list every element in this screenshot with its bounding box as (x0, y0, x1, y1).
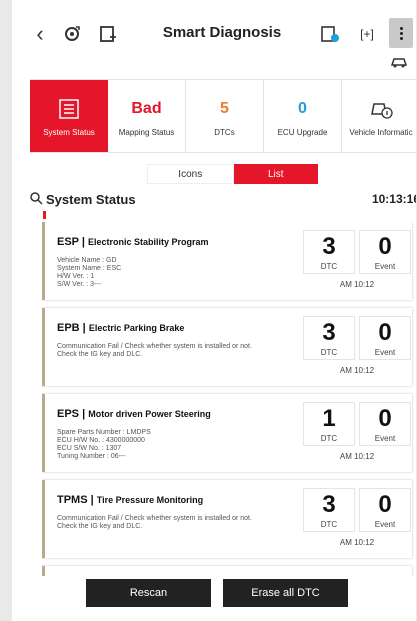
system-details: Communication Fail / Check whether syste… (57, 515, 252, 530)
top-bar: ‹ Smart Diagnosis [+] (12, 0, 416, 72)
tab-label: ECU Upgrade (277, 127, 328, 137)
tab-label: System Status (43, 127, 95, 137)
timestamp: AM 10:12 (339, 452, 375, 461)
tab-label: Mapping Status (118, 127, 175, 137)
chevron-left-icon: ‹ (36, 21, 44, 46)
tab-system-status[interactable]: System Status (30, 80, 108, 152)
tab-dtcs[interactable]: 5 DTCs (186, 80, 264, 152)
event-count: 0 (378, 491, 392, 518)
list-item[interactable]: ESP | Electronic Stability Program Vehic… (42, 222, 412, 300)
timestamp: AM 10:12 (339, 280, 375, 289)
list-item[interactable]: TPMS | Tire Pressure Monitoring Communic… (42, 480, 412, 558)
dtc-label: DTC (320, 348, 338, 357)
tab-mapping-status[interactable]: Bad Mapping Status (108, 80, 186, 152)
dtc-label: DTC (320, 434, 338, 443)
event-count: 0 (378, 319, 392, 346)
event-label: Event (374, 520, 396, 529)
list-view-button[interactable]: List (233, 164, 318, 184)
red-marker (43, 211, 46, 219)
event-label: Event (374, 262, 396, 271)
system-details: Vehicle Name : GD System Name : ESC H/W … (57, 257, 122, 288)
status-tabs: System Status Bad Mapping Status 5 DTCs … (30, 79, 416, 153)
tab-label: Vehicle Informatic (349, 127, 413, 137)
event-box[interactable]: 0 Event (359, 402, 411, 446)
scan-label: [+] (360, 27, 374, 41)
car-info-icon (369, 96, 393, 122)
section-title: System Status (46, 192, 136, 207)
event-label: Event (374, 434, 396, 443)
car-settings-icon[interactable] (389, 54, 411, 70)
scan-icon[interactable]: [+] (356, 24, 378, 44)
add-document-icon[interactable] (96, 22, 120, 46)
timestamp: AM 10:12 (339, 538, 375, 547)
view-toggle: Icons List (147, 164, 318, 184)
page-title: Smart Diagnosis (162, 24, 282, 41)
system-list[interactable]: ESP | Electronic Stability Program Vehic… (42, 222, 416, 582)
dtc-count: 3 (322, 491, 336, 518)
bottom-bar: Rescan Erase all DTC (12, 576, 416, 621)
list-icon (58, 96, 80, 122)
tab-label: DTCs (214, 127, 235, 137)
ecu-upgrade-count: 0 (298, 99, 307, 117)
tab-vehicle-information[interactable]: Vehicle Informatic (342, 80, 416, 152)
erase-all-dtc-button[interactable]: Erase all DTC (223, 579, 348, 607)
dot-icon (399, 26, 403, 30)
event-label: Event (374, 348, 396, 357)
dot-icon (399, 31, 403, 35)
event-count: 0 (378, 233, 392, 260)
list-item[interactable]: EPS | Motor driven Power Steering Spare … (42, 394, 412, 472)
dot-icon (399, 36, 403, 40)
section-header: System Status 10:13:16 (30, 190, 416, 210)
system-title: EPB | Electric Parking Brake (57, 322, 185, 334)
dtc-box[interactable]: 3 DTC (303, 316, 355, 360)
icons-view-button[interactable]: Icons (147, 164, 234, 184)
dtc-count: 3 (322, 319, 336, 346)
dtc-count: 5 (220, 99, 229, 117)
system-details: Spare Parts Number : LMDPS ECU H/W No. :… (57, 429, 151, 460)
dtc-box[interactable]: 3 DTC (303, 230, 355, 274)
system-title: TPMS | Tire Pressure Monitoring (57, 494, 204, 506)
dtc-label: DTC (320, 520, 338, 529)
dtc-box[interactable]: 3 DTC (303, 488, 355, 532)
app-screen: ‹ Smart Diagnosis [+] System Status Bad … (12, 0, 416, 621)
report-icon[interactable] (318, 22, 342, 46)
event-box[interactable]: 0 Event (359, 316, 411, 360)
mapping-status-value: Bad (131, 99, 162, 117)
system-title: EPS | Motor driven Power Steering (57, 408, 211, 420)
timestamp: AM 10:12 (339, 366, 375, 375)
system-title: ESP | Electronic Stability Program (57, 236, 209, 248)
dtc-label: DTC (320, 262, 338, 271)
event-count: 0 (378, 405, 392, 432)
link-icon[interactable] (60, 22, 84, 46)
more-menu-button[interactable] (389, 18, 413, 48)
search-icon[interactable] (30, 192, 44, 206)
tab-ecu-upgrade[interactable]: 0 ECU Upgrade (264, 80, 342, 152)
dtc-box[interactable]: 1 DTC (303, 402, 355, 446)
event-box[interactable]: 0 Event (359, 488, 411, 532)
list-item[interactable]: EPB | Electric Parking Brake Communicati… (42, 308, 412, 386)
rescan-button[interactable]: Rescan (86, 579, 211, 607)
system-details: Communication Fail / Check whether syste… (57, 343, 252, 358)
event-box[interactable]: 0 Event (359, 230, 411, 274)
dtc-count: 1 (322, 405, 336, 432)
section-time: 10:13:16 (371, 192, 416, 206)
back-button[interactable]: ‹ (30, 21, 50, 46)
dtc-count: 3 (322, 233, 336, 260)
